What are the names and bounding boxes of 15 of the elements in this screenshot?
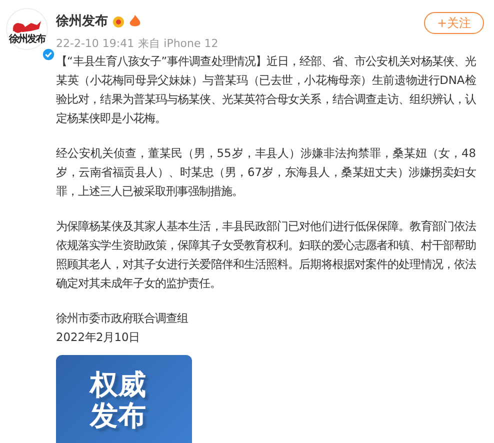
post-time: 22-2-10 19:41 <box>56 36 134 52</box>
signature-line: 2022年2月10日 <box>56 329 141 346</box>
flame-icon <box>129 15 141 28</box>
image-card[interactable]: 权威 发布 <box>56 355 192 443</box>
signature-line: 徐州市委市政府联合调查组 <box>56 310 189 327</box>
account-name[interactable]: 徐州发布 <box>56 12 108 32</box>
logo-icon <box>11 19 43 35</box>
post-paragraph: 【“丰县生育八孩女子”事件调查处理情况】近日，经部、省、市公安机关对杨某侠、光某英（小花梅同母异父妹妹）与普某玛（已去世，小花梅母亲）生前遗物进行DNA检验比对，结果为普某玛与杨某侠、光某英符合母女关系，结合调查走访、组织辨认，认定杨某侠即是小花梅。 <box>56 53 478 127</box>
post-paragraph: 经公安机关侦查，董某民（男，55岁，丰县人）涉嫌非法拘禁罪，桑某妞（女，48岁，云南省福贡县人）、时某忠（男，67岁，东海县人，桑某妞丈夫）涉嫌拐卖妇女罪，上述三人已被采取刑事强制措施。 <box>56 145 477 200</box>
post-source: 来自 iPhone 12 <box>138 36 218 52</box>
image-card-text: 权威 <box>90 369 147 400</box>
image-card-text: 发布 <box>90 400 147 431</box>
medal-icon <box>112 15 125 28</box>
post-paragraph: 为保障杨某侠及其家人基本生活，丰县民政部门已对他们进行低保保障。教育部门依法依规落实学生资助政策，保障其子女受教育权利。妇联的爱心志愿者和镇、村干部帮助照顾其老人，对其子女进行关爱陪伴和生活照料。后期将根据对案件的处理情况，依法确定对其未成年子女的监护责任。 <box>56 218 478 292</box>
avatar-label: 徐州发布 <box>9 35 45 45</box>
